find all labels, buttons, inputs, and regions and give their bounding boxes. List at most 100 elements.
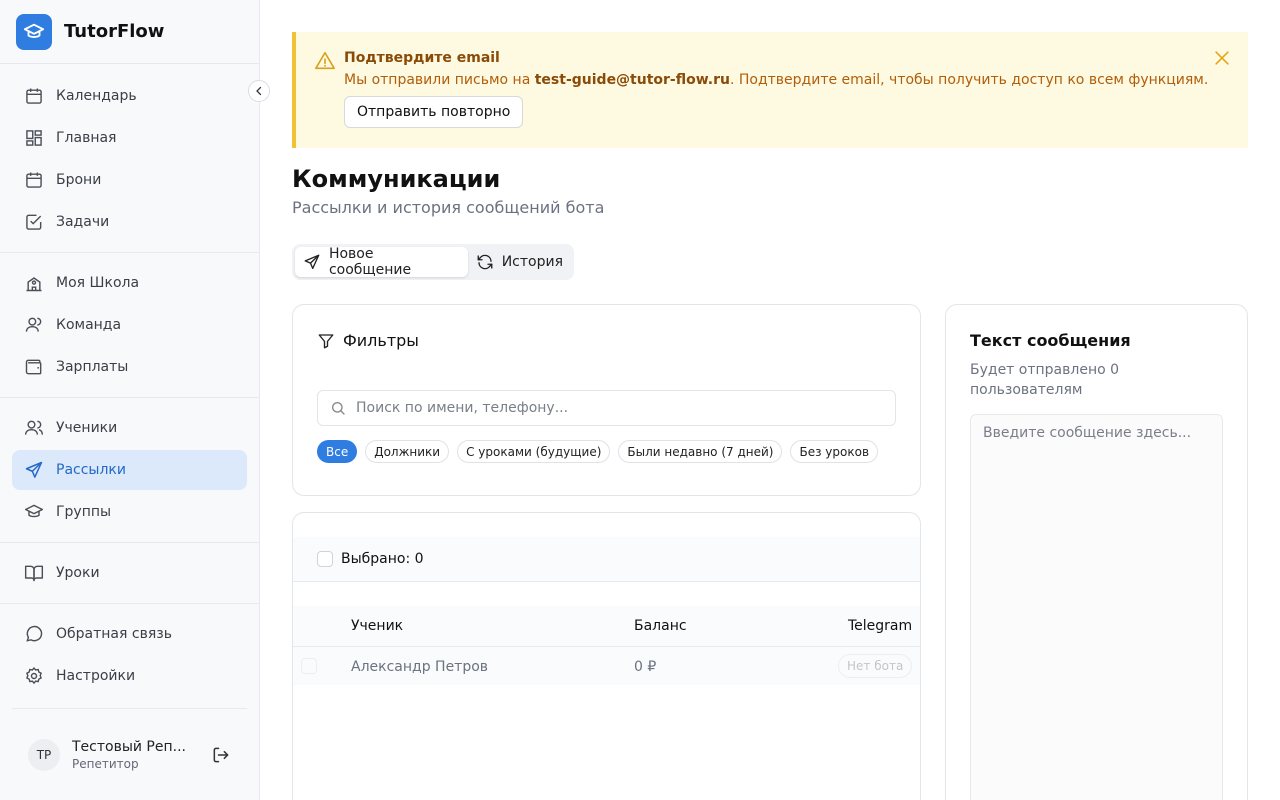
student-balance: 0 ₽ xyxy=(634,659,657,675)
tab-label: Новое сообщение xyxy=(328,246,412,278)
nav-group-support: Обратная связь Настройки xyxy=(0,604,259,706)
search-box xyxy=(317,390,896,426)
sidebar: TutorFlow Календарь Главная Брони Задачи… xyxy=(0,0,260,800)
sidebar-item-home[interactable]: Главная xyxy=(12,118,247,158)
tab-history[interactable]: История xyxy=(468,247,571,277)
sidebar-item-label: Брони xyxy=(56,172,102,188)
sidebar-item-mailings[interactable]: Рассылки xyxy=(12,450,247,490)
table-header: Ученик Баланс Telegram xyxy=(293,606,920,647)
page-subtitle: Рассылки и история сообщений бота xyxy=(292,198,605,217)
nav-group-students: Ученики Рассылки Группы xyxy=(0,398,259,543)
sidebar-item-label: Настройки xyxy=(56,668,136,684)
graduation-cap-icon xyxy=(24,504,44,518)
telegram-status-badge: Нет бота xyxy=(838,654,913,678)
user-name: Тестовый Реп... xyxy=(72,738,186,755)
avatar: TP xyxy=(28,738,60,771)
message-icon xyxy=(26,625,43,642)
user-role: Репетитор xyxy=(72,756,139,771)
filter-chips: Все Должники С уроками (будущие) Были не… xyxy=(317,440,896,463)
send-icon xyxy=(25,461,43,478)
search-icon xyxy=(332,402,345,415)
checkbox-icon xyxy=(26,214,42,230)
sidebar-item-label: Группы xyxy=(56,504,112,520)
banner-email: test-guide@tutor-flow.ru xyxy=(534,72,730,88)
brand[interactable]: TutorFlow xyxy=(0,0,259,64)
sidebar-item-groups[interactable]: Группы xyxy=(12,492,247,532)
dashboard-icon xyxy=(26,130,42,146)
nav-group-lessons: Уроки xyxy=(0,543,259,604)
table-row[interactable]: Александр Петров 0 ₽ Нет бота xyxy=(293,647,920,685)
sidebar-item-bookings[interactable]: Брони xyxy=(12,160,247,200)
sidebar-item-calendar[interactable]: Календарь xyxy=(12,76,247,116)
resend-button[interactable]: Отправить повторно xyxy=(344,96,524,128)
sidebar-item-label: Календарь xyxy=(56,88,137,104)
banner-title: Подтвердите email xyxy=(344,50,500,66)
message-card: Текст сообщения Будет отправлено 0 польз… xyxy=(945,304,1248,800)
close-icon[interactable] xyxy=(1212,48,1232,68)
book-icon xyxy=(24,565,44,582)
chevron-left-icon xyxy=(256,86,262,96)
banner-text-before: Мы отправили письмо на xyxy=(344,72,535,88)
sidebar-item-label: Главная xyxy=(56,130,117,146)
sidebar-item-lessons[interactable]: Уроки xyxy=(12,553,247,593)
student-name: Александр Петров xyxy=(351,659,489,675)
filters-card: Фильтры Все Должники С уроками (будущие)… xyxy=(292,304,921,496)
warning-icon xyxy=(315,51,335,70)
filters-title: Фильтры xyxy=(343,331,419,350)
brand-name: TutorFlow xyxy=(64,21,165,42)
send-icon xyxy=(304,254,320,270)
nav-group-main: Календарь Главная Брони Задачи xyxy=(0,64,259,253)
calendar-icon xyxy=(26,88,42,104)
sidebar-item-label: Зарплаты xyxy=(56,359,129,375)
sidebar-item-my-school[interactable]: Моя Школа xyxy=(12,263,247,303)
select-all-checkbox[interactable] xyxy=(317,551,333,567)
sidebar-item-label: Обратная связь xyxy=(56,626,172,642)
sidebar-item-label: Уроки xyxy=(56,565,100,581)
column-header-telegram[interactable]: Telegram xyxy=(848,618,912,634)
user-icon xyxy=(25,317,42,332)
sidebar-item-tasks[interactable]: Задачи xyxy=(12,202,247,242)
column-header-student[interactable]: Ученик xyxy=(351,618,403,634)
recipients-card: Выбрано: 0 Ученик Баланс Telegram Алекса… xyxy=(292,512,921,800)
sidebar-item-team[interactable]: Команда xyxy=(12,305,247,345)
gear-icon xyxy=(26,667,42,685)
sidebar-item-feedback[interactable]: Обратная связь xyxy=(12,614,247,654)
sidebar-item-settings[interactable]: Настройки xyxy=(12,656,247,696)
row-checkbox[interactable] xyxy=(301,658,317,674)
user-info: Тестовый Реп... Репетитор xyxy=(72,739,197,771)
column-header-balance[interactable]: Баланс xyxy=(634,618,687,634)
sidebar-item-label: Задачи xyxy=(56,214,110,230)
filter-chip-debtors[interactable]: Должники xyxy=(365,440,450,463)
sidebar-item-students[interactable]: Ученики xyxy=(12,408,247,448)
email-verification-banner: Подтвердите email Мы отправили письмо на… xyxy=(292,32,1248,148)
sidebar-item-label: Рассылки xyxy=(56,462,126,478)
graduation-cap-icon xyxy=(16,13,52,50)
sidebar-item-label: Моя Школа xyxy=(56,275,140,291)
message-recipients-count: Будет отправлено 0 пользователям xyxy=(970,362,1120,398)
filter-icon xyxy=(318,333,334,348)
nav-group-school: Моя Школа Команда Зарплаты xyxy=(0,253,259,398)
tab-new-message[interactable]: Новое сообщение xyxy=(295,246,468,278)
calendar-icon xyxy=(26,172,42,188)
page-title: Коммуникации xyxy=(292,165,501,193)
tab-list: Новое сообщение История xyxy=(292,244,574,280)
filter-chip-with-lessons[interactable]: С уроками (будущие) xyxy=(457,440,611,463)
message-textarea[interactable] xyxy=(970,414,1223,800)
sidebar-item-label: Ученики xyxy=(56,420,118,436)
wallet-icon xyxy=(25,359,42,375)
user-profile[interactable]: TP Тестовый Реп... Репетитор xyxy=(12,708,247,800)
banner-text: Мы отправили письмо на test-guide@tutor-… xyxy=(344,72,1232,88)
message-title: Текст сообщения xyxy=(970,331,1131,350)
collapse-sidebar-button[interactable] xyxy=(248,80,270,102)
logout-icon[interactable] xyxy=(211,745,231,765)
filter-chip-recent[interactable]: Были недавно (7 дней) xyxy=(618,440,783,463)
search-input[interactable] xyxy=(356,400,856,416)
filter-chip-no-lessons[interactable]: Без уроков xyxy=(790,440,879,463)
filters-header: Фильтры xyxy=(317,331,896,350)
sidebar-item-salaries[interactable]: Зарплаты xyxy=(12,347,247,387)
tab-label: История xyxy=(501,254,563,270)
filter-chip-all[interactable]: Все xyxy=(317,440,358,463)
refresh-icon xyxy=(477,254,493,270)
select-all-row: Выбрано: 0 xyxy=(293,537,920,582)
users-icon xyxy=(24,420,44,435)
